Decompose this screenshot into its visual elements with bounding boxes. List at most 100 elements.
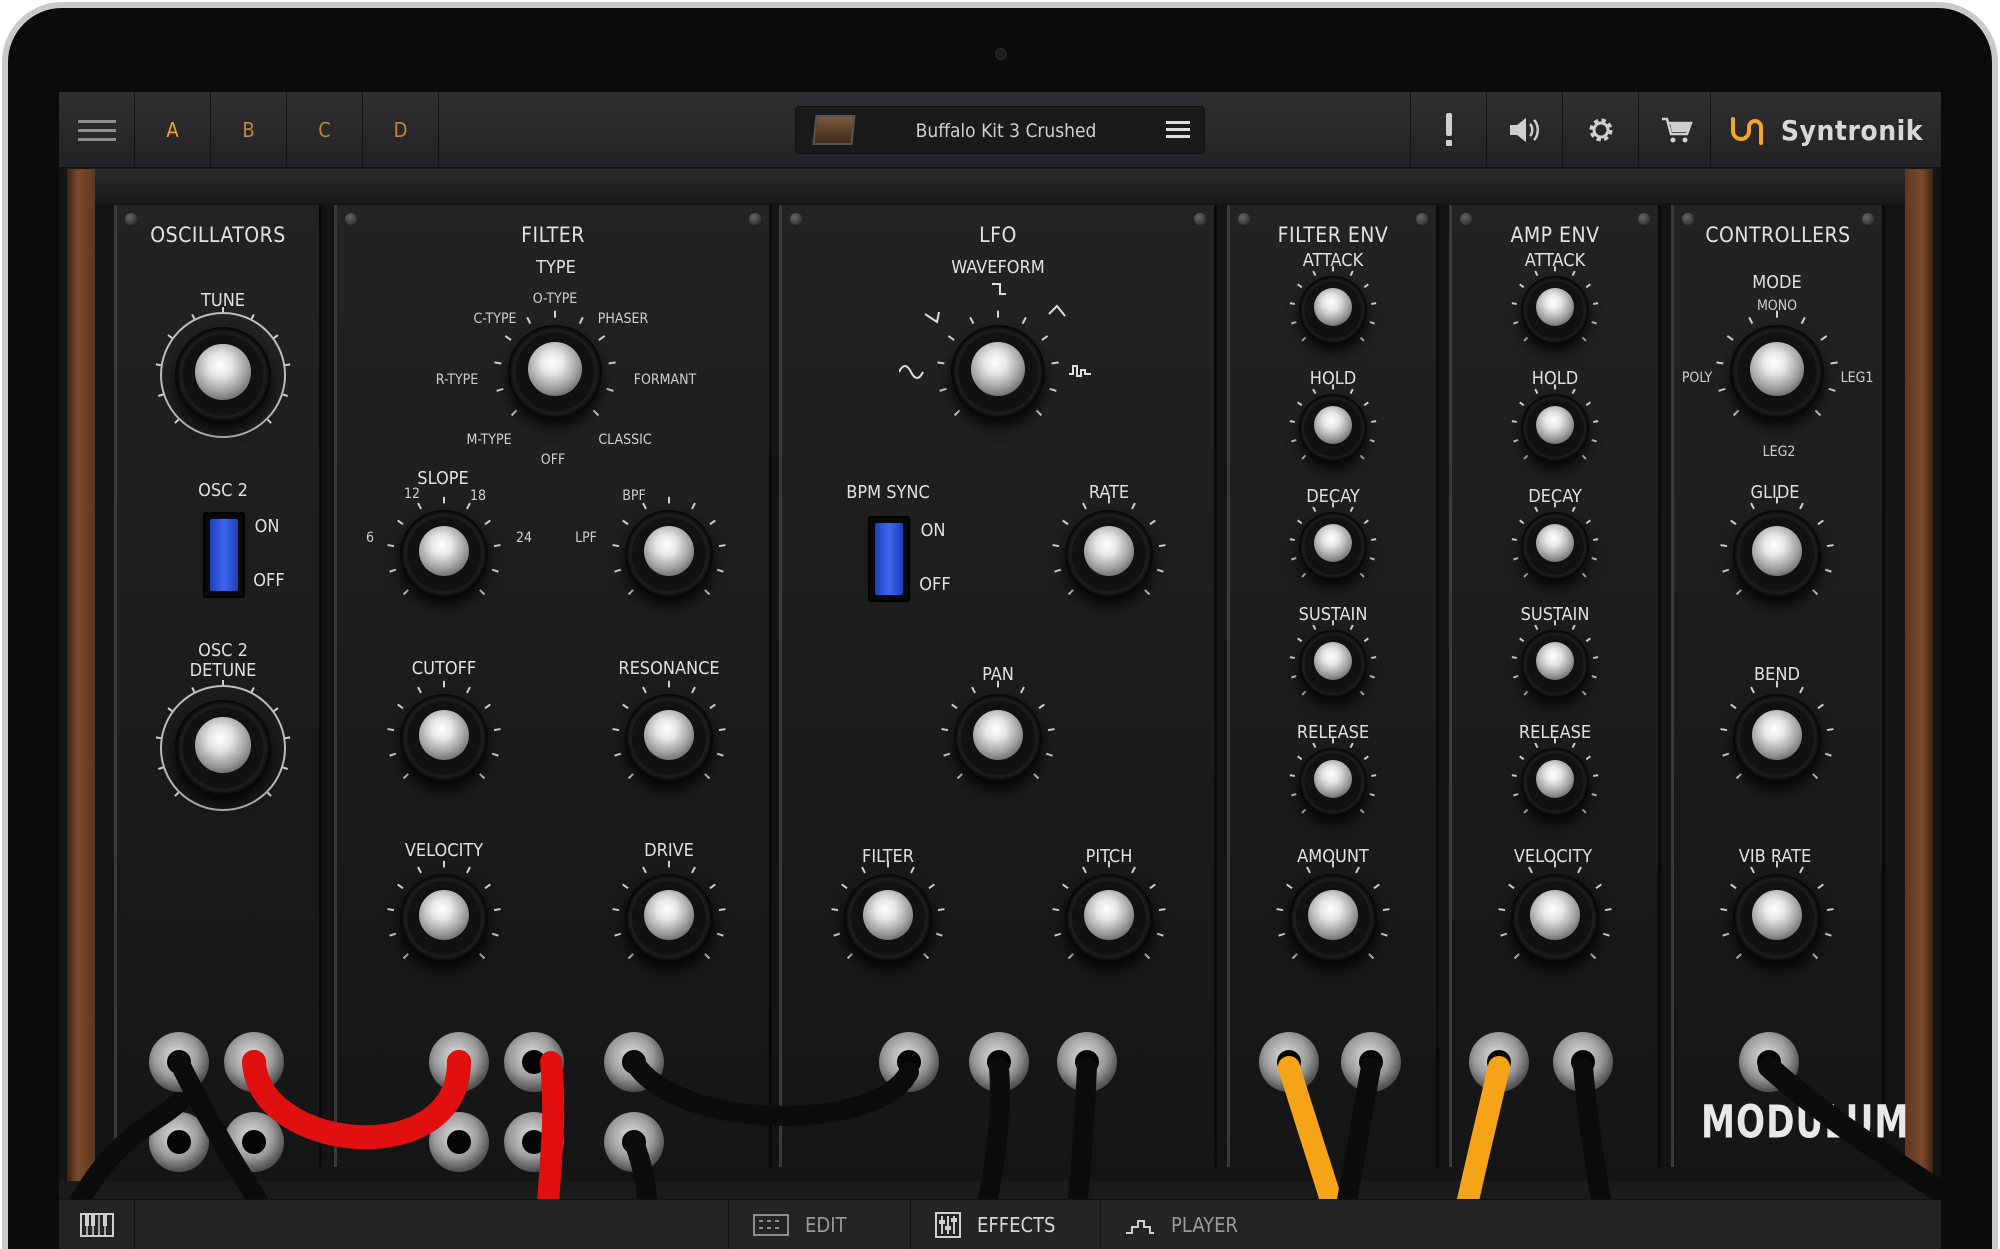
amp-env-title: AMP ENV <box>1510 223 1600 247</box>
piano-keys-icon <box>79 1213 114 1237</box>
mode-leg1: LEG1 <box>1840 370 1874 386</box>
lfo-rate-knob[interactable] <box>1052 496 1166 609</box>
modulum-logo: MODULUM <box>1701 1095 1910 1149</box>
drive-label: DRIVE <box>644 840 694 861</box>
brand-logo: Syntronik <box>1709 92 1923 168</box>
slope-24: 24 <box>515 530 533 546</box>
aenv-decay-knob[interactable] <box>1511 502 1599 588</box>
patch-jack[interactable] <box>604 1032 664 1092</box>
patch-jack[interactable] <box>604 1112 664 1172</box>
mode-label: MODE <box>1752 272 1802 293</box>
effects-sliders-icon <box>935 1212 961 1238</box>
aenv-velocity-knob[interactable] <box>1498 860 1612 973</box>
slot-c-button[interactable]: C <box>287 92 363 168</box>
main-menu-button[interactable] <box>59 92 135 168</box>
brand-name: Syntronik <box>1780 113 1923 147</box>
camera-icon <box>995 48 1007 60</box>
lfo-pan-knob[interactable] <box>941 680 1055 793</box>
patch-jack[interactable] <box>1341 1032 1401 1092</box>
osc2-detune-knob[interactable] <box>155 680 291 811</box>
filter-type-knob[interactable] <box>494 310 616 431</box>
patch-jack[interactable] <box>149 1112 209 1172</box>
filter-velocity-knob[interactable] <box>387 860 501 973</box>
slope-knob[interactable] <box>387 496 501 609</box>
tab-edit[interactable]: EDIT <box>728 1200 910 1249</box>
tab-player[interactable]: PLAYER <box>1100 1200 1290 1249</box>
patch-jack[interactable] <box>224 1112 284 1172</box>
patch-jack[interactable] <box>429 1032 489 1092</box>
tune-knob[interactable] <box>155 307 291 438</box>
fenv-amount-knob[interactable] <box>1276 860 1390 973</box>
resonance-label: RESONANCE <box>618 658 720 679</box>
cutoff-knob[interactable] <box>387 680 501 793</box>
filter-env-title: FILTER ENV <box>1277 223 1389 247</box>
mode-lpf: LPF <box>575 530 597 546</box>
preset-selector[interactable]: Buffalo Kit 3 Crushed <box>795 106 1205 154</box>
slope-6: 6 <box>365 530 375 546</box>
aenv-attack-knob[interactable] <box>1511 266 1599 352</box>
bpm-sync-label: BPM SYNC <box>846 482 930 503</box>
keyboard-button[interactable] <box>59 1200 135 1249</box>
osc2-switch[interactable] <box>203 512 245 598</box>
aenv-release-knob[interactable] <box>1511 738 1599 824</box>
cutoff-label: CUTOFF <box>411 658 477 679</box>
slot-b-button[interactable]: B <box>211 92 287 168</box>
osc2-detune-label-line1: OSC 2 <box>198 640 248 661</box>
glide-knob[interactable] <box>1720 496 1834 609</box>
preset-list-icon[interactable] <box>1166 119 1190 140</box>
resonance-knob[interactable] <box>612 680 726 793</box>
bend-knob[interactable] <box>1720 680 1834 793</box>
lfo-waveform-knob[interactable] <box>937 310 1059 431</box>
vib-rate-knob[interactable] <box>1720 860 1834 973</box>
fenv-sustain-knob[interactable] <box>1289 620 1377 706</box>
fenv-decay-knob[interactable] <box>1289 502 1377 588</box>
patch-jack[interactable] <box>1469 1032 1529 1092</box>
aenv-hold-knob[interactable] <box>1511 384 1599 470</box>
wood-side-left <box>67 169 95 1181</box>
lfo-pitch-knob[interactable] <box>1052 860 1166 973</box>
app-screen: A B C D Buffalo Kit 3 Crushed Syntronik <box>59 92 1941 1249</box>
patch-jack[interactable] <box>879 1032 939 1092</box>
patch-jack[interactable] <box>1057 1032 1117 1092</box>
patch-jack[interactable] <box>1259 1032 1319 1092</box>
osc2-label: OSC 2 <box>198 480 248 501</box>
patch-jack[interactable] <box>429 1112 489 1172</box>
mode-knob[interactable] <box>1716 310 1838 431</box>
mode-poly: POLY <box>1681 370 1713 386</box>
filter-title: FILTER <box>521 223 585 247</box>
lpf-bpf-knob[interactable] <box>612 496 726 609</box>
osc2-off-label: OFF <box>253 570 285 591</box>
lfo-filter-knob[interactable] <box>831 860 945 973</box>
bottom-bar: EDIT EFFECTS PLAYER <box>59 1199 1941 1249</box>
exclamation-icon <box>1445 113 1452 146</box>
patch-jack[interactable] <box>1739 1032 1799 1092</box>
patch-jack[interactable] <box>149 1032 209 1092</box>
alert-button[interactable] <box>1410 92 1486 168</box>
top-bar: A B C D Buffalo Kit 3 Crushed Syntronik <box>59 92 1941 168</box>
patch-jack[interactable] <box>504 1112 564 1172</box>
volume-button[interactable] <box>1486 92 1562 168</box>
filter-type-label: TYPE <box>536 257 576 278</box>
slot-d-button[interactable]: D <box>363 92 439 168</box>
settings-button[interactable] <box>1562 92 1638 168</box>
edit-grid-icon <box>753 1214 789 1236</box>
tab-player-label: PLAYER <box>1171 1213 1238 1237</box>
fenv-attack-knob[interactable] <box>1289 266 1377 352</box>
osc2-on-label: ON <box>254 516 280 537</box>
tab-effects-label: EFFECTS <box>977 1213 1056 1237</box>
bpm-sync-switch[interactable] <box>868 516 910 602</box>
patch-jack[interactable] <box>504 1032 564 1092</box>
filter-type-classic: CLASSIC <box>598 432 652 448</box>
tab-effects[interactable]: EFFECTS <box>910 1200 1100 1249</box>
store-button[interactable] <box>1638 92 1714 168</box>
fenv-hold-knob[interactable] <box>1289 384 1377 470</box>
fenv-release-knob[interactable] <box>1289 738 1377 824</box>
patch-jack[interactable] <box>224 1032 284 1092</box>
osc2-detune-label-line2: DETUNE <box>189 660 257 681</box>
patch-jack[interactable] <box>969 1032 1029 1092</box>
drive-knob[interactable] <box>612 860 726 973</box>
slot-a-button[interactable]: A <box>135 92 211 168</box>
controllers-title: CONTROLLERS <box>1705 223 1851 247</box>
aenv-sustain-knob[interactable] <box>1511 620 1599 706</box>
patch-jack[interactable] <box>1553 1032 1613 1092</box>
